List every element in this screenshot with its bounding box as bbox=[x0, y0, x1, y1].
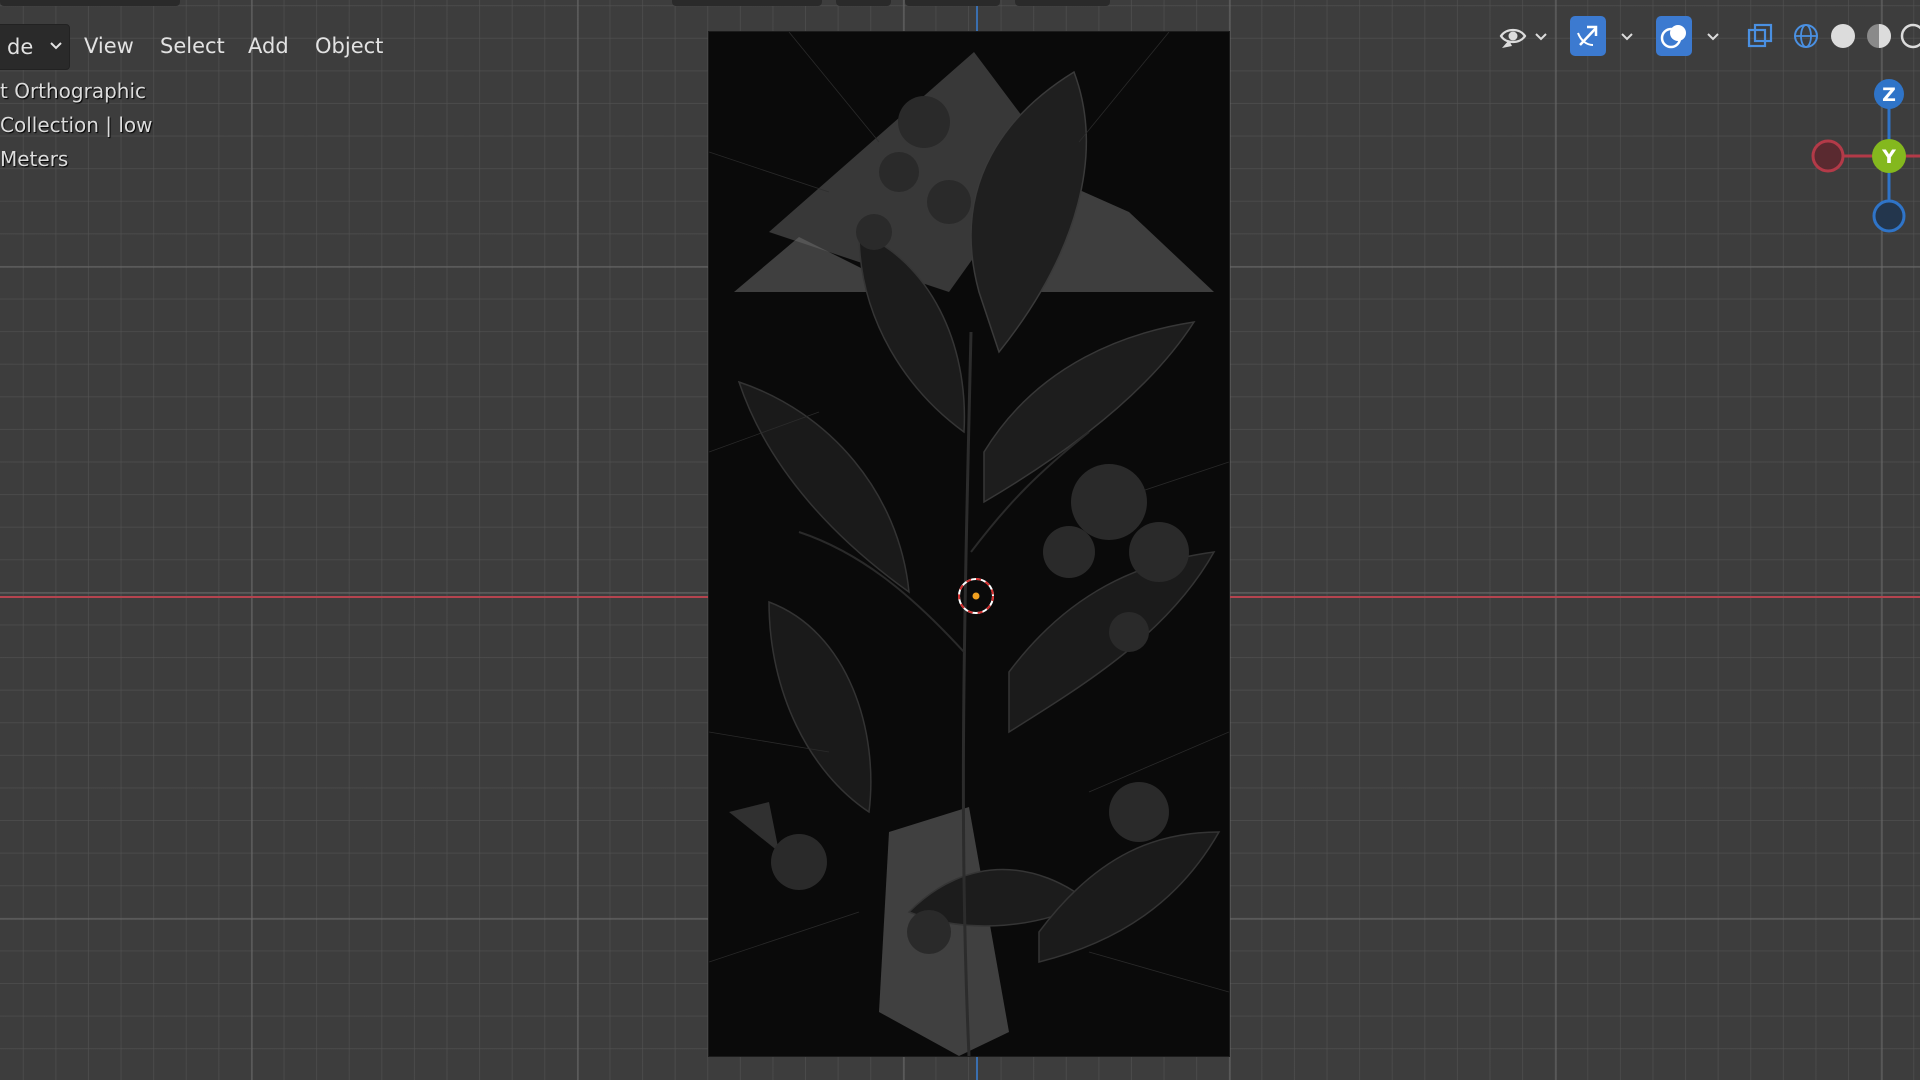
rendered-shading-icon bbox=[1900, 23, 1920, 49]
mode-label: de bbox=[7, 35, 34, 59]
solid-shading-icon bbox=[1831, 24, 1855, 48]
top-widget-stub bbox=[905, 0, 1000, 6]
wireframe-shading-button[interactable] bbox=[1788, 16, 1824, 56]
top-widget-stub bbox=[836, 0, 891, 6]
menu-view[interactable]: View bbox=[72, 24, 146, 68]
wireframe-shading-icon bbox=[1794, 24, 1818, 48]
visibility-dropdown[interactable] bbox=[1494, 16, 1556, 56]
visibility-eye-icon bbox=[1499, 28, 1527, 48]
mode-dropdown[interactable]: de bbox=[0, 24, 71, 70]
3d-viewport[interactable] bbox=[0, 0, 1920, 1080]
negative-z-axis-handle bbox=[1872, 199, 1906, 233]
chevron-down-icon bbox=[1707, 33, 1719, 41]
mesh-wireframe bbox=[709, 32, 1229, 1056]
overlay-toggle-icon bbox=[1660, 25, 1686, 49]
collection-text: Collection | low bbox=[0, 113, 153, 137]
view-name-text: t Orthographic bbox=[0, 79, 147, 103]
navigation-gizmo[interactable]: Z Y bbox=[1800, 72, 1920, 242]
xray-toggle-button[interactable] bbox=[1742, 16, 1778, 56]
menu-object[interactable]: Object bbox=[303, 24, 395, 68]
solid-shading-button[interactable] bbox=[1826, 16, 1860, 56]
overlay-dropdown[interactable] bbox=[1698, 16, 1728, 56]
top-widget-stub bbox=[1015, 0, 1110, 6]
z-axis-label: Z bbox=[1882, 84, 1896, 106]
menu-add[interactable]: Add bbox=[236, 24, 301, 68]
units-text: Meters bbox=[0, 147, 69, 171]
chevron-down-icon bbox=[50, 42, 62, 50]
gizmo-dropdown[interactable] bbox=[1612, 16, 1642, 56]
material-shading-icon bbox=[1867, 24, 1891, 48]
negative-x-axis-handle bbox=[1811, 139, 1845, 173]
xray-toggle-icon bbox=[1747, 23, 1773, 48]
rendered-shading-button[interactable] bbox=[1898, 16, 1920, 56]
gizmo-toggle-icon bbox=[1577, 25, 1598, 46]
overlay-toggle-button[interactable] bbox=[1656, 16, 1692, 56]
top-widget-stub bbox=[672, 0, 822, 6]
gizmo-toggle-button[interactable] bbox=[1570, 16, 1606, 56]
y-axis-label: Y bbox=[1881, 146, 1896, 168]
mesh-plane-object[interactable] bbox=[709, 32, 1229, 1056]
workspace-tab-strip bbox=[0, 0, 180, 6]
menu-select[interactable]: Select bbox=[148, 24, 237, 68]
chevron-down-icon bbox=[1535, 33, 1547, 41]
object-origin-marker bbox=[958, 578, 994, 614]
material-shading-button[interactable] bbox=[1862, 16, 1896, 56]
chevron-down-icon bbox=[1621, 33, 1633, 41]
